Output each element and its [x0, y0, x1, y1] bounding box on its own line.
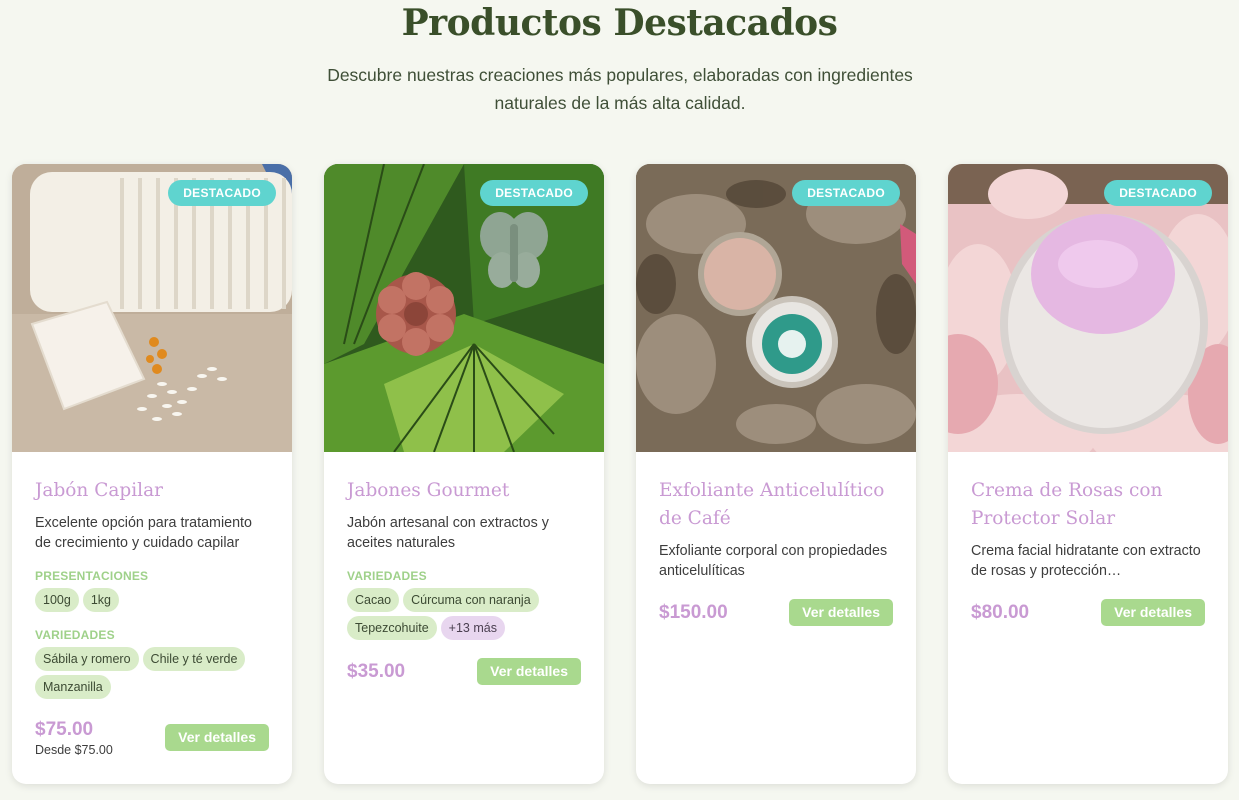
product-description: Crema facial hidratante con extracto de …: [971, 543, 1201, 579]
product-description: Jabón artesanal con extractos y aceites …: [347, 515, 549, 551]
presentations-label: PRESENTACIONES: [35, 569, 149, 583]
shaped-soaps-leaves-image: [324, 164, 604, 452]
product-description: Excelente opción para tratamiento de cre…: [35, 515, 252, 551]
varieties-label: VARIEDADES: [347, 569, 427, 583]
more-varieties-chip[interactable]: +13 más: [440, 616, 505, 640]
product-title[interactable]: Exfoliante Anticelulítico de Café: [659, 477, 893, 533]
rose-cream-jar-image: [948, 164, 1228, 452]
product-card-exfoliante[interactable]: DESTACADO Exfoliante Anticelulítico de C…: [636, 164, 916, 784]
product-image[interactable]: DESTACADO: [636, 164, 916, 452]
scrub-tin-rock-image: [636, 164, 916, 452]
varieties-chips: Cacao Cúrcuma con naranja Tepezcohuite +…: [347, 588, 581, 640]
chip: Manzanilla: [35, 675, 111, 699]
chip: Cacao: [347, 588, 400, 612]
product-image[interactable]: DESTACADO: [324, 164, 604, 452]
chip: Tepezcohuite: [347, 616, 437, 640]
product-price: $80.00: [971, 602, 1030, 623]
view-details-button[interactable]: Ver detalles: [165, 724, 269, 751]
section-title: Productos Destacados: [401, 2, 838, 44]
featured-badge: DESTACADO: [168, 180, 276, 206]
presentations-chips: 100g 1kg: [35, 588, 269, 612]
view-details-button[interactable]: Ver detalles: [477, 658, 581, 685]
featured-badge: DESTACADO: [1104, 180, 1212, 206]
product-price: $75.00: [35, 719, 94, 740]
featured-badge: DESTACADO: [792, 180, 900, 206]
product-price: $150.00: [659, 602, 728, 623]
chip: Chile y té verde: [142, 647, 246, 671]
soap-bar-rice-image: [12, 164, 292, 452]
product-image[interactable]: DESTACADO: [12, 164, 292, 452]
chip: 100g: [35, 588, 79, 612]
featured-badge: DESTACADO: [480, 180, 588, 206]
varieties-label: VARIEDADES: [35, 628, 115, 642]
varieties-chips: Sábila y romero Chile y té verde Manzani…: [35, 647, 269, 699]
chip: 1kg: [82, 588, 119, 612]
view-details-button[interactable]: Ver detalles: [1101, 599, 1205, 626]
product-price: $35.00: [347, 661, 406, 682]
product-card-crema-rosas[interactable]: DESTACADO Crema de Rosas con Protector S…: [948, 164, 1228, 784]
product-card-jabones-gourmet[interactable]: DESTACADO Jabones Gourmet Jabón artesana…: [324, 164, 604, 784]
product-title[interactable]: Crema de Rosas con Protector Solar: [971, 477, 1205, 533]
product-title[interactable]: Jabones Gourmet: [347, 477, 581, 505]
chip: Cúrcuma con naranja: [403, 588, 539, 612]
product-image[interactable]: DESTACADO: [948, 164, 1228, 452]
chip: Sábila y romero: [35, 647, 139, 671]
view-details-button[interactable]: Ver detalles: [789, 599, 893, 626]
product-title[interactable]: Jabón Capilar: [35, 477, 269, 505]
section-subtitle: Descubre nuestras creaciones más popular…: [327, 65, 913, 113]
price-from: Desde $75.00: [35, 743, 113, 757]
product-description: Exfoliante corporal con propiedades anti…: [659, 543, 888, 579]
product-card-jabon-capilar[interactable]: DESTACADO Jabón Capilar Excelente opción…: [12, 164, 292, 784]
